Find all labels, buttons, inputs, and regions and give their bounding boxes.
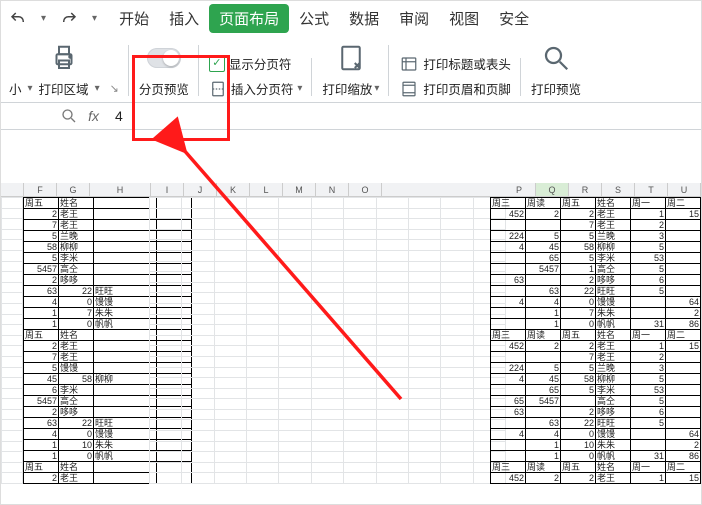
ribbon-group-print-preview: 打印预览: [527, 39, 585, 100]
tab-strip: ▾ ▾ 开始插入页面布局公式数据审阅视图安全: [1, 1, 701, 33]
redo-dropdown-icon[interactable]: ▾: [92, 13, 97, 24]
tab-数据[interactable]: 数据: [339, 4, 389, 33]
toggle-icon[interactable]: [147, 41, 181, 75]
print-area-small-label[interactable]: 小: [9, 79, 22, 98]
redo-icon[interactable]: [60, 10, 78, 28]
print-preview-label[interactable]: 打印预览: [531, 79, 581, 98]
print-hf-button[interactable]: 打印页眉和页脚: [399, 79, 511, 98]
tab-开始[interactable]: 开始: [109, 4, 159, 33]
quick-access-toolbar: ▾ ▾: [7, 8, 107, 30]
tab-插入[interactable]: 插入: [159, 4, 209, 33]
chevron-down-icon: ▾: [374, 83, 379, 94]
ribbon-group-print-scale: 打印缩放▾: [318, 39, 383, 100]
tab-审阅[interactable]: 审阅: [389, 4, 439, 33]
magnifier-icon: [60, 107, 78, 125]
app-window: ▾ ▾ 开始插入页面布局公式数据审阅视图安全 小 ▾ 打印区域 ▾ ↘: [0, 0, 702, 505]
ribbon-group-page-break-preview: 分页预览: [135, 39, 193, 100]
print-titles-label: 打印标题或表头: [423, 54, 511, 73]
page-break-preview-label[interactable]: 分页预览: [139, 79, 189, 98]
checkbox-checked-icon: ✓: [209, 56, 225, 72]
titles-icon: [399, 55, 419, 73]
tab-安全[interactable]: 安全: [489, 4, 539, 33]
tab-公式[interactable]: 公式: [289, 4, 339, 33]
dialog-launcher-icon[interactable]: ↘: [110, 82, 119, 95]
insert-page-break-label: 插入分页符: [231, 79, 294, 98]
tab-页面布局[interactable]: 页面布局: [209, 4, 289, 33]
ribbon: 小 ▾ 打印区域 ▾ ↘ 分页预览 ✓ 显示分页符 插入分页符 ▾: [1, 33, 701, 103]
name-box[interactable]: fx: [1, 107, 107, 125]
chevron-down-icon: ▾: [28, 83, 33, 94]
page-break-toggle[interactable]: [147, 48, 181, 68]
print-scale-label[interactable]: 打印缩放: [322, 79, 372, 98]
ribbon-group-titles: 打印标题或表头 打印页眉和页脚: [395, 52, 515, 100]
print-titles-button[interactable]: 打印标题或表头: [399, 54, 511, 73]
formula-input[interactable]: 4: [107, 103, 701, 129]
chevron-down-icon: ▾: [297, 83, 302, 94]
show-page-breaks-label: 显示分页符: [229, 54, 292, 73]
tab-视图[interactable]: 视图: [439, 4, 489, 33]
show-page-breaks-button[interactable]: ✓ 显示分页符: [209, 54, 292, 73]
tabs: 开始插入页面布局公式数据审阅视图安全: [109, 4, 539, 33]
column-headers[interactable]: FGHIJKLMNOPQRSTU: [1, 183, 701, 197]
fx-label: fx: [88, 108, 99, 124]
formula-bar: fx 4: [1, 103, 701, 130]
print-hf-label: 打印页眉和页脚: [423, 79, 511, 98]
grid[interactable]: 周五姓名2老王7老王5兰晚58柳柳5李米5457高仝2哆哆6322旺旺40馒馒1…: [1, 197, 701, 504]
sheet-area[interactable]: FGHIJKLMNOPQRSTU 周五姓名2老王7老王5兰晚58柳柳5李米545…: [1, 183, 701, 504]
print-area-label[interactable]: 打印区域: [39, 79, 89, 98]
ribbon-group-print-area: 小 ▾ 打印区域 ▾ ↘: [9, 39, 123, 100]
ribbon-group-page-breaks: ✓ 显示分页符 插入分页符 ▾: [205, 52, 307, 100]
undo-icon[interactable]: [9, 10, 27, 28]
header-footer-icon: [399, 80, 419, 98]
printer-icon[interactable]: [47, 41, 81, 75]
insert-page-break-button[interactable]: 插入分页符 ▾: [209, 79, 303, 98]
undo-dropdown-icon[interactable]: ▾: [41, 13, 46, 24]
chevron-down-icon: ▾: [95, 83, 100, 94]
print-scale-icon[interactable]: [334, 41, 368, 75]
page-break-icon: [209, 80, 227, 98]
magnifier-icon[interactable]: [539, 41, 573, 75]
